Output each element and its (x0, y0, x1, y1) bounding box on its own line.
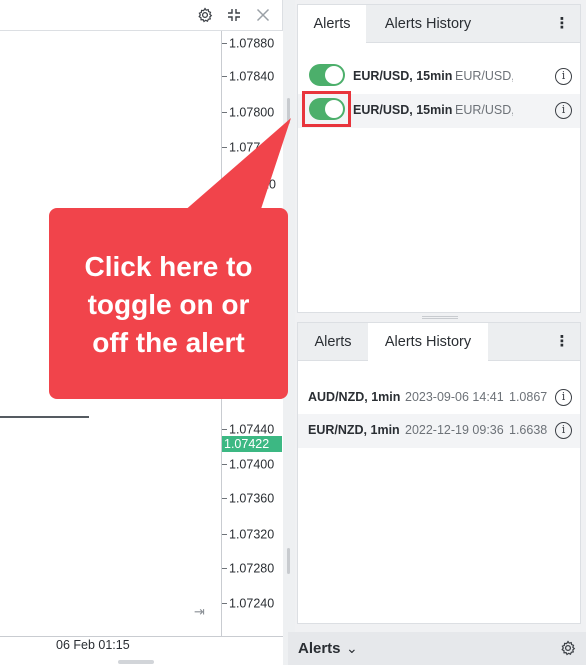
splitter-grip (287, 98, 290, 124)
tab-alerts-history[interactable]: Alerts History (366, 5, 490, 43)
history-time: 2023-09-06 14:41 (405, 390, 504, 404)
info-icon[interactable]: i (555, 422, 572, 439)
alerts-tabbar: Alerts Alerts History ⋮ (298, 5, 580, 44)
tick-text: 1.07800 (229, 105, 275, 120)
tab-alerts[interactable]: Alerts (298, 323, 368, 361)
alert-name: EUR/USD, 15min (353, 69, 453, 83)
history-value: 1.0867 (509, 390, 547, 404)
history-row[interactable]: EUR/NZD, 1min 2022-12-19 09:36 1.6638 i (298, 414, 580, 448)
history-tabbar: Alerts Alerts History ⋮ (298, 323, 580, 362)
current-price-badge: 1.07422 (222, 436, 282, 452)
info-icon[interactable]: i (555, 102, 572, 119)
callout-text: Click here to toggle on or off the alert (49, 248, 288, 362)
alert-name: EUR/USD, 15min (353, 103, 453, 117)
horizontal-splitter[interactable] (422, 316, 458, 319)
callout-line: off the alert (92, 327, 245, 358)
history-time: 2022-12-19 09:36 (405, 423, 504, 437)
alert-row[interactable]: EUR/USD, 15min EUR/USD, i (298, 60, 580, 94)
tick-mark (222, 76, 227, 78)
tick-mark (222, 568, 227, 570)
close-icon[interactable] (252, 4, 274, 26)
history-name: EUR/NZD, 1min (308, 423, 400, 437)
price-tick-label: 1.07800 (222, 104, 284, 120)
compress-icon[interactable] (223, 4, 245, 26)
info-icon[interactable]: i (555, 389, 572, 406)
tick-mark (222, 464, 227, 466)
callout-line: toggle on or (87, 289, 250, 320)
scroll-to-end-icon[interactable]: ⇥ (194, 604, 208, 619)
chevron-down-icon[interactable]: ⌄ (346, 640, 358, 657)
tab-alerts-history[interactable]: Alerts History (368, 323, 488, 362)
footer-title: Alerts (298, 640, 341, 657)
tick-text: 1.07440 (229, 422, 275, 437)
price-tick-label: 1.07360 (222, 490, 284, 506)
price-line (0, 416, 89, 418)
history-row[interactable]: AUD/NZD, 1min 2023-09-06 14:41 1.0867 i (298, 381, 580, 415)
chart-toolbar (0, 0, 283, 31)
price-tick-label: 1.07240 (222, 595, 284, 611)
alerts-panel: Alerts Alerts History ⋮ EUR/USD, 15min E… (297, 4, 581, 313)
gear-icon[interactable] (560, 640, 576, 656)
price-tick-label: 1.07280 (222, 560, 284, 576)
tick-mark (222, 112, 227, 114)
toggle-knob (325, 66, 343, 84)
tick-text: 1.07880 (229, 36, 275, 51)
callout-line: Click here to (84, 251, 253, 282)
tick-mark (222, 147, 227, 149)
history-name: AUD/NZD, 1min (308, 390, 401, 404)
time-label: 06 Feb 01:15 (56, 638, 130, 652)
tick-text: 1.077 (229, 140, 261, 155)
alerts-footer: Alerts ⌄ (288, 632, 586, 665)
history-panel: Alerts Alerts History ⋮ AUD/NZD, 1min 20… (297, 322, 581, 624)
price-tick-label: 1.07400 (222, 456, 284, 472)
tick-text: 1.07400 (229, 457, 275, 472)
tick-text: 1.07840 (229, 69, 275, 84)
tab-alerts[interactable]: Alerts (298, 5, 366, 44)
tick-mark (222, 498, 227, 500)
more-options-icon[interactable]: ⋮ (554, 332, 570, 352)
price-tick-label: 1.07320 (222, 526, 284, 542)
history-value: 1.6638 (509, 423, 547, 437)
info-icon[interactable]: i (555, 68, 572, 85)
gear-icon[interactable] (194, 4, 216, 26)
tick-mark (222, 43, 227, 45)
splitter-grip (287, 548, 290, 574)
alert-detail: EUR/USD, (455, 103, 513, 117)
price-tick-label: 1.07880 (222, 35, 284, 51)
app-root: 1.07880 1.07840 1.07800 1.077 20 1.07440 1.074… (0, 0, 586, 665)
tick-text: 20 (262, 177, 276, 192)
alert-toggle[interactable] (309, 64, 345, 86)
price-tick-label: 1.077 (222, 139, 284, 155)
tick-text: 1.07280 (229, 561, 275, 576)
alert-detail: EUR/USD, (455, 69, 513, 83)
instruction-callout: Click here to toggle on or off the alert (49, 208, 288, 399)
tick-text: 1.07320 (229, 527, 275, 542)
tick-mark (222, 429, 227, 431)
tick-text: 1.07240 (229, 596, 275, 611)
resize-grip[interactable] (118, 660, 154, 664)
price-tick-label: 1.07840 (222, 68, 284, 84)
tick-text: 1.07360 (229, 491, 275, 506)
more-options-icon[interactable]: ⋮ (554, 14, 570, 34)
toggle-highlight (302, 91, 351, 127)
tick-mark (222, 534, 227, 536)
price-tick-label: 1.07440 (222, 421, 284, 437)
tick-mark (222, 603, 227, 605)
